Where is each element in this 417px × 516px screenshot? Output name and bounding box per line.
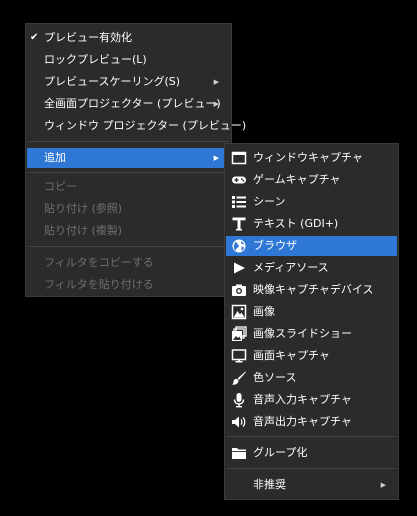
chevron-right-icon: ▶ bbox=[213, 78, 219, 86]
submenu-item-group[interactable]: グループ化 bbox=[226, 443, 397, 463]
camera-icon bbox=[232, 284, 246, 296]
chevron-right-icon: ▶ bbox=[380, 481, 386, 489]
add-source-submenu: ウィンドウキャプチャ ゲームキャプチャ シーン テキスト (GDI+) ブラウザ… bbox=[224, 143, 399, 500]
menu-item-label: プレビュースケーリング(S) bbox=[44, 75, 181, 88]
text-icon bbox=[232, 217, 246, 231]
brush-icon bbox=[232, 371, 246, 385]
microphone-icon bbox=[233, 393, 245, 408]
menu-item-lock-preview[interactable]: ロックプレビュー(L) bbox=[27, 50, 230, 70]
menu-item-label: フィルタをコピーする bbox=[44, 256, 154, 269]
menu-item-copy-filters[interactable]: フィルタをコピーする bbox=[27, 253, 230, 273]
menu-item-label: ロックプレビュー(L) bbox=[44, 53, 147, 66]
menu-item-label: ウィンドウキャプチャ bbox=[253, 151, 363, 164]
window-icon bbox=[231, 151, 247, 165]
menu-item-label: ウィンドウ プロジェクター (プレビュー) bbox=[44, 119, 247, 132]
menu-item-enable-preview[interactable]: ✔ プレビュー有効化 bbox=[27, 28, 230, 48]
chevron-right-icon: ▶ bbox=[213, 154, 219, 162]
list-icon bbox=[232, 196, 246, 208]
menu-item-label: 音声出力キャプチャ bbox=[253, 415, 352, 428]
menu-item-label: 画像スライドショー bbox=[253, 327, 352, 340]
submenu-item-audio-output-capture[interactable]: 音声出力キャプチャ bbox=[226, 412, 397, 432]
menu-separator bbox=[227, 468, 396, 469]
menu-item-label: ゲームキャプチャ bbox=[253, 173, 341, 186]
menu-item-preview-scaling[interactable]: プレビュースケーリング(S) ▶ bbox=[27, 72, 230, 92]
menu-item-paste-reference[interactable]: 貼り付け (参照) bbox=[27, 199, 230, 219]
menu-item-add[interactable]: 追加 ▶ bbox=[27, 148, 230, 168]
submenu-item-deprecated[interactable]: 非推奨 ▶ bbox=[226, 475, 397, 495]
menu-item-paste-duplicate[interactable]: 貼り付け (複製) bbox=[27, 221, 230, 241]
monitor-icon bbox=[231, 349, 247, 363]
submenu-item-audio-input-capture[interactable]: 音声入力キャプチャ bbox=[226, 390, 397, 410]
menu-item-label: ブラウザ bbox=[253, 239, 297, 252]
menu-item-label: 映像キャプチャデバイス bbox=[253, 283, 374, 296]
menu-item-label: 色ソース bbox=[253, 371, 297, 384]
submenu-item-text-gdi[interactable]: テキスト (GDI+) bbox=[226, 214, 397, 234]
play-icon bbox=[234, 262, 245, 274]
menu-item-fullscreen-projector[interactable]: 全画面プロジェクター (プレビュー) ▶ bbox=[27, 94, 230, 114]
slideshow-icon bbox=[232, 326, 247, 341]
speaker-icon bbox=[232, 416, 246, 428]
menu-item-label: グループ化 bbox=[253, 446, 308, 459]
menu-item-label: 全画面プロジェクター (プレビュー) bbox=[44, 97, 221, 110]
menu-item-label: プレビュー有効化 bbox=[44, 31, 132, 44]
submenu-item-window-capture[interactable]: ウィンドウキャプチャ bbox=[226, 148, 397, 168]
menu-item-label: 貼り付け (参照) bbox=[44, 202, 123, 215]
folder-icon bbox=[232, 448, 246, 459]
submenu-item-color-source[interactable]: 色ソース bbox=[226, 368, 397, 388]
submenu-item-browser[interactable]: ブラウザ bbox=[226, 236, 397, 256]
menu-item-label: テキスト (GDI+) bbox=[253, 217, 339, 230]
menu-item-label: メディアソース bbox=[253, 261, 329, 274]
submenu-item-image[interactable]: 画像 bbox=[226, 302, 397, 322]
menu-item-label: 音声入力キャプチャ bbox=[253, 393, 352, 406]
menu-item-label: フィルタを貼り付ける bbox=[44, 278, 154, 291]
menu-item-label: 貼り付け (複製) bbox=[44, 224, 123, 237]
menu-item-copy[interactable]: コピー bbox=[27, 177, 230, 197]
check-icon: ✔ bbox=[30, 32, 39, 43]
menu-item-label: シーン bbox=[253, 195, 286, 208]
globe-icon bbox=[232, 239, 246, 253]
menu-separator bbox=[28, 246, 229, 247]
submenu-item-media-source[interactable]: メディアソース bbox=[226, 258, 397, 278]
gamepad-icon bbox=[232, 176, 246, 184]
context-menu: ✔ プレビュー有効化 ロックプレビュー(L) プレビュースケーリング(S) ▶ … bbox=[25, 23, 246, 297]
chevron-right-icon: ▶ bbox=[213, 100, 219, 108]
submenu-item-display-capture[interactable]: 画面キャプチャ bbox=[226, 346, 397, 366]
menu-separator bbox=[28, 141, 229, 142]
submenu-item-scene[interactable]: シーン bbox=[226, 192, 397, 212]
menu-item-label: 非推奨 bbox=[253, 478, 286, 491]
submenu-item-game-capture[interactable]: ゲームキャプチャ bbox=[226, 170, 397, 190]
submenu-item-video-capture-device[interactable]: 映像キャプチャデバイス bbox=[226, 280, 397, 300]
menu-item-paste-filters[interactable]: フィルタを貼り付ける bbox=[27, 275, 230, 295]
menu-item-label: 追加 bbox=[44, 151, 66, 164]
menu-item-label: 画像 bbox=[253, 305, 275, 318]
menu-item-label: コピー bbox=[44, 180, 77, 193]
menu-separator bbox=[227, 436, 396, 437]
image-icon bbox=[231, 304, 247, 320]
submenu-item-image-slideshow[interactable]: 画像スライドショー bbox=[226, 324, 397, 344]
menu-item-label: 画面キャプチャ bbox=[253, 349, 330, 362]
menu-separator bbox=[28, 172, 229, 173]
menu-item-window-projector[interactable]: ウィンドウ プロジェクター (プレビュー) bbox=[27, 116, 246, 136]
